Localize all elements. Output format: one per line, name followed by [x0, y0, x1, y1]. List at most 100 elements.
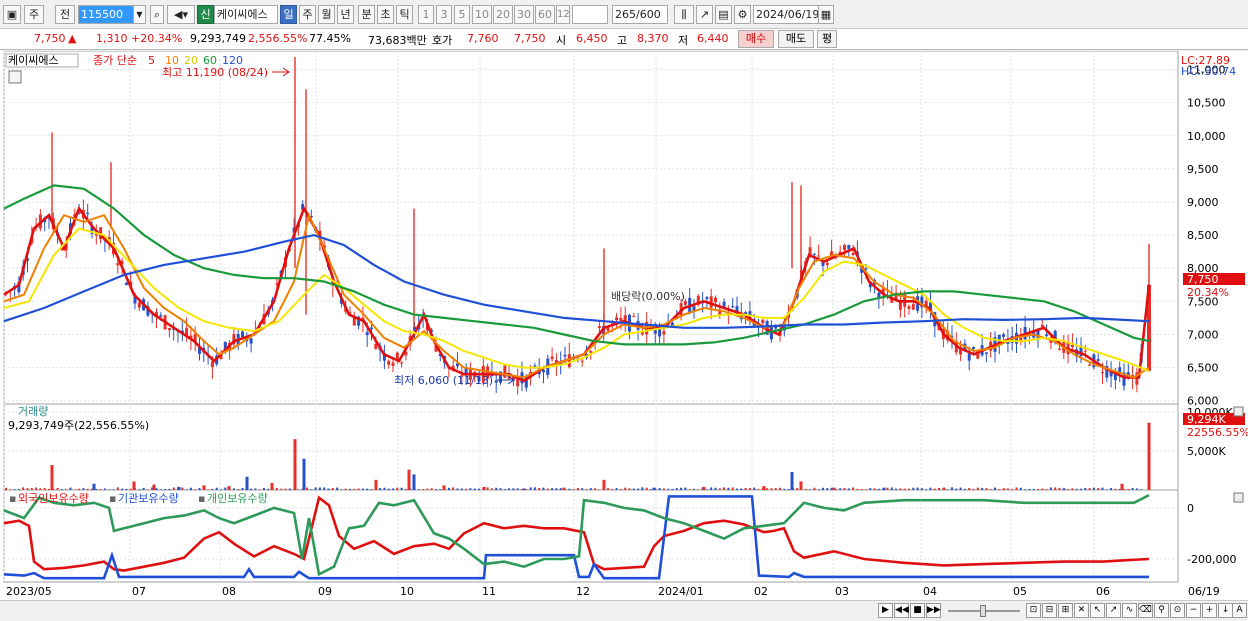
date-field[interactable]: 2024/06/19: [753, 5, 819, 24]
period-type-select[interactable]: 주: [24, 5, 44, 24]
layout-icon-3[interactable]: ⊞: [1058, 603, 1073, 618]
code-dropdown-icon[interactable]: ▼: [133, 5, 146, 24]
sell-button[interactable]: 매도: [778, 30, 814, 48]
interval-3[interactable]: 3: [436, 5, 452, 24]
interval-120[interactable]: 120: [556, 5, 570, 24]
stop-icon[interactable]: ■: [910, 603, 925, 618]
zoom-slider-handle[interactable]: [980, 605, 986, 617]
candle-body: [1058, 348, 1061, 350]
period-tick-tab[interactable]: 틱: [396, 5, 413, 24]
evaluate-button[interactable]: 평: [817, 30, 837, 48]
layout-icon-1[interactable]: ⊡: [1026, 603, 1041, 618]
custom-interval-select[interactable]: [572, 5, 608, 24]
count-field[interactable]: 265/600: [612, 5, 668, 24]
volume-bar: [1011, 489, 1014, 490]
line-tool-icon[interactable]: ↖: [1090, 603, 1105, 618]
candle-body: [589, 351, 593, 353]
volume-bar: [671, 488, 674, 490]
layout-icon-2[interactable]: ⊟: [1042, 603, 1057, 618]
zoom-out-icon[interactable]: −: [1186, 603, 1201, 618]
interval-60[interactable]: 60: [535, 5, 555, 24]
volume-bar: [899, 488, 902, 490]
scroll-down-icon[interactable]: ↓: [1218, 603, 1233, 618]
speaker-icon[interactable]: ◀▾: [167, 5, 195, 24]
period-day-tab[interactable]: 일: [280, 5, 297, 24]
font-size-icon[interactable]: A: [1232, 603, 1247, 618]
volume-bar: [26, 488, 29, 490]
volume-spike: [882, 487, 886, 490]
candle-body: [137, 302, 141, 308]
interval-30[interactable]: 30: [514, 5, 534, 24]
interval-1[interactable]: 1: [418, 5, 434, 24]
gear-icon[interactable]: ⚙: [734, 5, 751, 24]
volume-bar: [306, 487, 308, 490]
zoom-icon[interactable]: ⊙: [1170, 603, 1185, 618]
candle-body: [365, 332, 369, 336]
period-week-tab[interactable]: 주: [299, 5, 316, 24]
change-percent: +20.34%: [131, 32, 183, 45]
volume-bar: [168, 488, 171, 490]
wave-tool-icon[interactable]: ∿: [1122, 603, 1137, 618]
volume-spike: [227, 486, 231, 490]
interval-20[interactable]: 20: [493, 5, 513, 24]
candle-body: [542, 369, 545, 373]
period-second-tab[interactable]: 초: [377, 5, 394, 24]
volume-bar: [637, 488, 640, 490]
volume-bar: [938, 487, 941, 490]
volume-bar: [753, 487, 756, 490]
volume-panel-close-icon[interactable]: [1233, 406, 1244, 417]
volume-bar: [632, 488, 635, 490]
prev-button[interactable]: 전: [55, 5, 75, 24]
interval-10[interactable]: 10: [472, 5, 492, 24]
hc-readout: HC:-30.74: [1181, 65, 1236, 78]
panel-settings-icon[interactable]: [8, 70, 22, 84]
chart-menu-icon[interactable]: ▣: [3, 5, 21, 24]
trend-tool-icon[interactable]: ↗: [1106, 603, 1121, 618]
period-month-tab[interactable]: 월: [318, 5, 335, 24]
candle-body: [249, 338, 253, 344]
volume-bar: [744, 487, 747, 490]
volume-bar: [675, 488, 678, 490]
volume-bar: [555, 488, 558, 490]
candle-type-icon[interactable]: ⫼: [674, 5, 694, 24]
save-icon[interactable]: ▤: [715, 5, 732, 24]
volume-bar: [843, 487, 846, 490]
volume-bar: [116, 487, 119, 490]
link-icon[interactable]: ⚲: [1154, 603, 1169, 618]
volume-bar: [486, 487, 489, 490]
period-year-tab[interactable]: 년: [337, 5, 354, 24]
volume-bar: [607, 488, 609, 490]
toolbar: ▣ 주 전 115500 ▼ ⌕ ◀▾ 신 케이씨에스 일 주 월 년 분 초 …: [0, 0, 1248, 29]
candle-body: [972, 347, 975, 349]
calendar-icon[interactable]: ▦: [818, 5, 834, 24]
volume-bar: [727, 487, 730, 490]
buy-button[interactable]: 매수: [738, 30, 774, 48]
new-button[interactable]: 신: [197, 5, 214, 24]
volume-value: 9,293,749: [190, 32, 246, 45]
draw-tool-icon[interactable]: ↗: [696, 5, 713, 24]
volume-bar: [963, 488, 966, 490]
erase-icon[interactable]: ⌫: [1138, 603, 1153, 618]
crosshair-icon[interactable]: ✕: [1074, 603, 1089, 618]
code-input[interactable]: 115500: [78, 5, 136, 24]
zoom-in-icon[interactable]: +: [1202, 603, 1217, 618]
volume-bar: [890, 487, 893, 490]
holdings-bullet-3: ▪: [198, 492, 205, 505]
scroll-right-icon[interactable]: ▶: [878, 603, 893, 618]
volume-bar: [951, 487, 953, 490]
price-tick-label: 9,000: [1187, 196, 1219, 209]
forward-icon[interactable]: ▶▶: [926, 603, 941, 618]
search-icon[interactable]: ⌕: [150, 5, 164, 24]
rewind-icon[interactable]: ◀◀: [894, 603, 909, 618]
interval-5[interactable]: 5: [454, 5, 470, 24]
volume-bar: [748, 488, 751, 490]
volume-bar: [585, 489, 588, 490]
period-minute-tab[interactable]: 분: [358, 5, 375, 24]
holdings-panel-close-icon[interactable]: [1233, 492, 1244, 503]
stock-name-field[interactable]: 케이씨에스: [214, 5, 278, 24]
volume-bar: [598, 489, 601, 490]
volume-bar: [946, 489, 949, 490]
volume-bar: [718, 488, 721, 490]
volume-panel: [3, 403, 1179, 491]
volume-bar: [546, 488, 549, 490]
